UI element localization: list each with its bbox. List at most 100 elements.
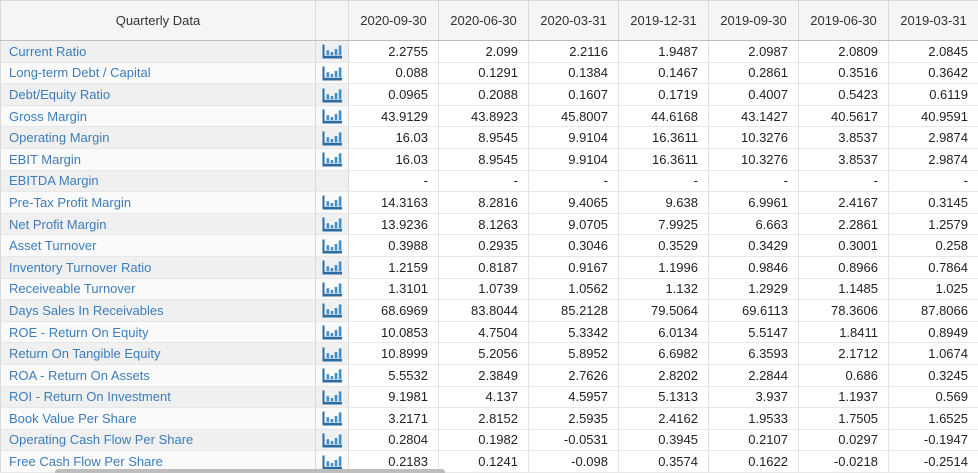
metric-value-cell: 0.1719: [618, 83, 709, 106]
view-chart-link[interactable]: [322, 433, 343, 448]
metric-link[interactable]: Free Cash Flow Per Share: [9, 454, 163, 469]
view-chart-link[interactable]: [322, 152, 343, 167]
metric-value-cell: 6.663: [708, 213, 799, 236]
view-chart-link[interactable]: [322, 239, 343, 254]
view-chart-link[interactable]: [322, 88, 343, 103]
view-chart-link[interactable]: [322, 44, 343, 59]
metric-value-cell: 1.9533: [708, 407, 799, 430]
metric-link[interactable]: Net Profit Margin: [9, 217, 107, 232]
view-chart-link[interactable]: [322, 131, 343, 146]
metric-value-cell: 0.8966: [798, 256, 889, 279]
metric-link[interactable]: EBITDA Margin: [9, 173, 99, 188]
metric-link[interactable]: Debt/Equity Ratio: [9, 87, 110, 102]
metric-value-cell: 0.3046: [528, 234, 619, 257]
quarterly-data-table: Quarterly Data 2020-09-30 2020-06-30 2020-…: [0, 0, 978, 473]
table-row: ROI - Return On Investment 9.1981 4.137 4.…: [0, 386, 978, 409]
view-chart-link[interactable]: [322, 195, 343, 210]
metric-link[interactable]: Days Sales In Receivables: [9, 303, 164, 318]
metric-value-cell: -: [348, 170, 439, 193]
chart-icon-cell: [315, 278, 349, 301]
metric-link[interactable]: Return On Tangible Equity: [9, 346, 161, 361]
metric-value-cell: 10.3276: [708, 126, 799, 149]
metric-link[interactable]: Pre-Tax Profit Margin: [9, 195, 131, 210]
metric-value-cell: 2.7626: [528, 364, 619, 387]
metric-value-cell: 4.137: [438, 386, 529, 409]
column-header-date: 2019-09-30: [708, 0, 799, 41]
metric-link[interactable]: EBIT Margin: [9, 152, 81, 167]
metric-link[interactable]: Operating Cash Flow Per Share: [9, 432, 193, 447]
metric-value-cell: 6.9961: [708, 191, 799, 214]
metric-link[interactable]: Operating Margin: [9, 130, 109, 145]
metric-value-cell: 0.258: [888, 234, 978, 257]
chart-icon-cell: [315, 62, 349, 85]
metric-label-cell: Receiveable Turnover: [0, 278, 316, 301]
metric-value-cell: 43.1427: [708, 105, 799, 128]
metric-link[interactable]: Book Value Per Share: [9, 411, 137, 426]
metric-value-cell: 0.2088: [438, 83, 529, 106]
metric-value-cell: 13.9236: [348, 213, 439, 236]
metric-label-cell: Days Sales In Receivables: [0, 299, 316, 322]
view-chart-link[interactable]: [322, 260, 343, 275]
metric-value-cell: 0.1607: [528, 83, 619, 106]
metric-value-cell: -: [888, 170, 978, 193]
table-title: Quarterly Data: [0, 0, 316, 41]
metric-value-cell: 1.7505: [798, 407, 889, 430]
metric-value-cell: 0.686: [798, 364, 889, 387]
view-chart-link[interactable]: [322, 282, 343, 297]
metric-link[interactable]: ROE - Return On Equity: [9, 325, 148, 340]
metric-value-cell: 16.03: [348, 126, 439, 149]
view-chart-link[interactable]: [322, 325, 343, 340]
metric-link[interactable]: Current Ratio: [9, 44, 86, 59]
metric-value-cell: 8.2816: [438, 191, 529, 214]
metric-link[interactable]: ROA - Return On Assets: [9, 368, 150, 383]
metric-value-cell: 0.3642: [888, 62, 978, 85]
metric-value-cell: 78.3606: [798, 299, 889, 322]
view-chart-link[interactable]: [322, 217, 343, 232]
view-chart-link[interactable]: [322, 109, 343, 124]
view-chart-link[interactable]: [322, 368, 343, 383]
metric-value-cell: 3.8537: [798, 148, 889, 171]
metric-value-cell: 2.5935: [528, 407, 619, 430]
metric-link[interactable]: Inventory Turnover Ratio: [9, 260, 151, 275]
metric-value-cell: 2.2861: [798, 213, 889, 236]
metric-value-cell: 2.2844: [708, 364, 799, 387]
bar-chart-icon: [322, 303, 342, 318]
metric-link[interactable]: Asset Turnover: [9, 238, 96, 253]
view-chart-link[interactable]: [322, 390, 343, 405]
metric-value-cell: 2.2755: [348, 40, 439, 63]
metric-value-cell: 5.5147: [708, 321, 799, 344]
metric-value-cell: 1.0562: [528, 278, 619, 301]
metric-link[interactable]: Long-term Debt / Capital: [9, 65, 151, 80]
chart-icon-cell: [315, 105, 349, 128]
metric-value-cell: 0.3516: [798, 62, 889, 85]
horizontal-scrollbar-thumb[interactable]: [55, 469, 445, 473]
chart-icon-cell: [315, 364, 349, 387]
view-chart-link[interactable]: [322, 303, 343, 318]
metric-label-cell: ROE - Return On Equity: [0, 321, 316, 344]
metric-value-cell: 7.9925: [618, 213, 709, 236]
view-chart-link[interactable]: [322, 455, 343, 470]
metric-label-cell: Operating Cash Flow Per Share: [0, 429, 316, 452]
metric-link[interactable]: Receiveable Turnover: [9, 281, 135, 296]
view-chart-link[interactable]: [322, 347, 343, 362]
metric-value-cell: 0.4007: [708, 83, 799, 106]
bar-chart-icon: [322, 152, 342, 167]
metric-link[interactable]: Gross Margin: [9, 109, 87, 124]
metric-value-cell: 9.4065: [528, 191, 619, 214]
metric-value-cell: 4.7504: [438, 321, 529, 344]
view-chart-link[interactable]: [322, 411, 343, 426]
metric-link[interactable]: ROI - Return On Investment: [9, 389, 171, 404]
metric-label-cell: Pre-Tax Profit Margin: [0, 191, 316, 214]
table-row: Long-term Debt / Capital 0.088 0.1291 0.13…: [0, 62, 978, 85]
metric-value-cell: 16.03: [348, 148, 439, 171]
metric-value-cell: 68.6969: [348, 299, 439, 322]
metric-value-cell: -: [528, 170, 619, 193]
metric-label-cell: Net Profit Margin: [0, 213, 316, 236]
metric-value-cell: 2.2116: [528, 40, 619, 63]
view-chart-link[interactable]: [322, 66, 343, 81]
metric-value-cell: 3.2171: [348, 407, 439, 430]
metric-value-cell: -: [708, 170, 799, 193]
metric-value-cell: 0.9167: [528, 256, 619, 279]
metric-value-cell: 9.9104: [528, 148, 619, 171]
bar-chart-icon: [322, 411, 342, 426]
